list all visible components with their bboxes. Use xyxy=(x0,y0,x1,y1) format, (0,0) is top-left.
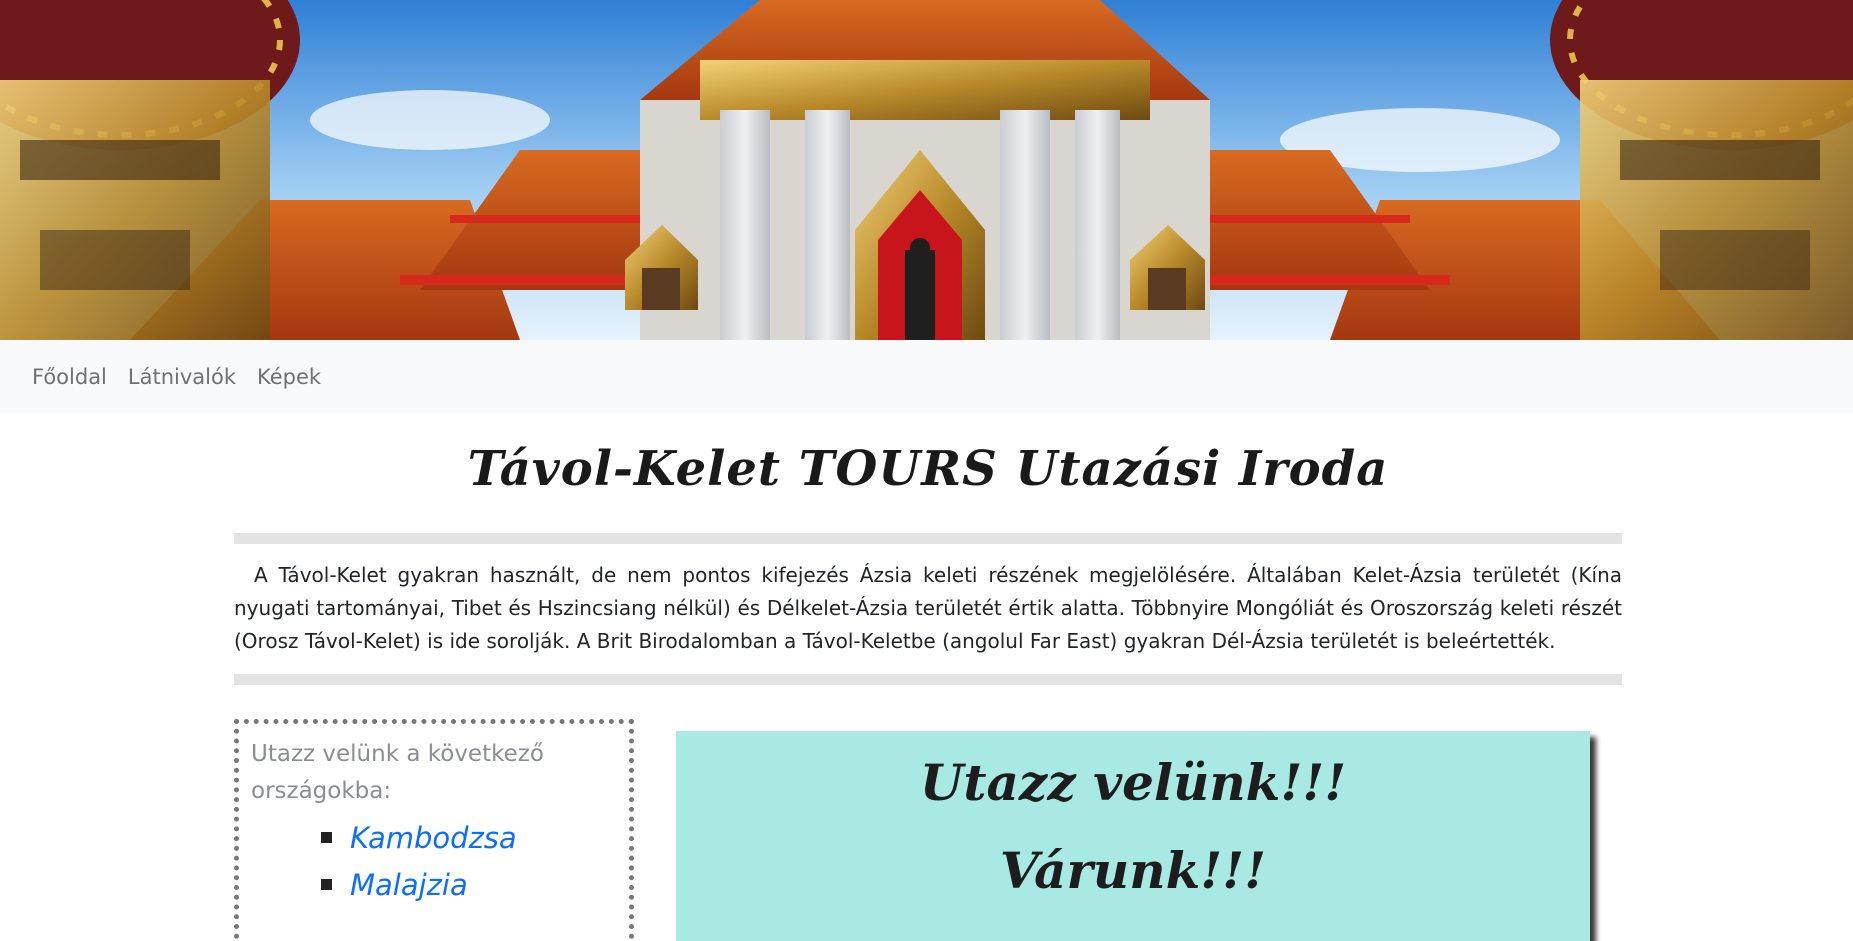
nav-link-latnivalok[interactable]: Látnivalók xyxy=(128,365,236,389)
list-item: Malajzia xyxy=(321,861,629,908)
country-link-kambodzsa[interactable]: Kambodzsa xyxy=(350,821,517,855)
content-row: Utazz velünk a következő országokba: Kam… xyxy=(234,719,1622,941)
divider-top xyxy=(234,533,1622,544)
promo-line-2: Várunk!!! xyxy=(999,841,1267,900)
bullet-square-icon xyxy=(321,832,332,843)
country-list-intro: Utazz velünk a következő országokba: xyxy=(251,741,544,804)
country-list-box: Utazz velünk a következő országokba: Kam… xyxy=(234,719,634,939)
page-title: Távol-Kelet TOURS Utazási Iroda xyxy=(467,441,1389,497)
nav-link-fooldal[interactable]: Főoldal xyxy=(32,365,107,389)
promo-line-1: Utazz velünk!!! xyxy=(919,753,1347,812)
header-banner-image xyxy=(0,0,1853,340)
divider-bottom xyxy=(234,674,1622,685)
nav-link-kepek[interactable]: Képek xyxy=(257,365,321,389)
navbar: Főoldal Látnivalók Képek xyxy=(0,340,1853,413)
list-item: Kambodzsa xyxy=(321,814,629,861)
promo-box: Utazz velünk!!! Várunk!!! xyxy=(676,731,1590,941)
country-link-malajzia[interactable]: Malajzia xyxy=(350,868,468,902)
bullet-square-icon xyxy=(321,879,332,890)
main-content: Távol-Kelet TOURS Utazási Iroda A Távol-… xyxy=(234,413,1622,941)
intro-paragraph: A Távol-Kelet gyakran használt, de nem p… xyxy=(234,563,1622,653)
country-list: Kambodzsa Malajzia xyxy=(321,814,629,908)
